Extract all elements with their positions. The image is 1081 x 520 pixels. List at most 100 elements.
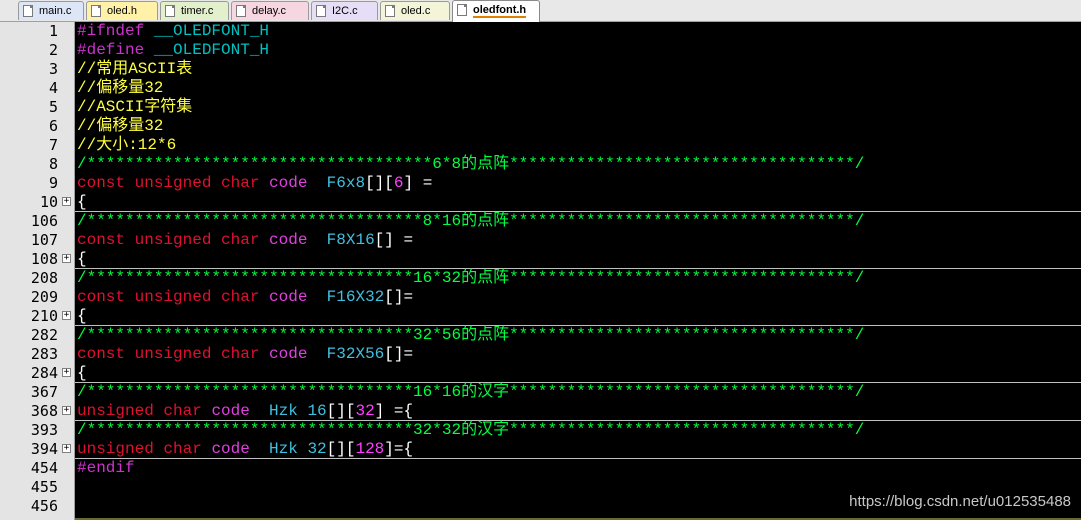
code-line[interactable]: 108 + { bbox=[0, 250, 1081, 269]
code-line[interactable]: 106 /***********************************8… bbox=[0, 212, 1081, 231]
code-token: char bbox=[221, 288, 270, 306]
file-icon bbox=[316, 5, 326, 17]
fold-expand-icon[interactable]: + bbox=[62, 254, 71, 263]
code-token: F32X56 bbox=[326, 345, 385, 363]
code-line[interactable]: 5 //ASCII字符集 bbox=[0, 98, 1081, 117]
code-line[interactable]: 282 /**********************************32… bbox=[0, 326, 1081, 345]
line-number: 8 bbox=[48, 155, 58, 173]
fold-expand-icon[interactable]: + bbox=[62, 311, 71, 320]
code-editor[interactable]: 1 #ifndef __OLEDFONT_H 2 #define __OLEDFONT… bbox=[0, 22, 1081, 520]
line-number: 1 bbox=[48, 22, 58, 40]
line-number: 283 bbox=[30, 345, 58, 363]
code-token: code bbox=[269, 345, 327, 363]
tab-I2C-c[interactable]: I2C.c bbox=[311, 1, 378, 20]
file-icon bbox=[457, 4, 467, 16]
line-text: /************************************6*8… bbox=[77, 155, 864, 174]
code-line[interactable]: 454 #endif bbox=[0, 459, 1081, 478]
line-text: { bbox=[77, 307, 87, 326]
code-line[interactable]: 393 /**********************************32… bbox=[0, 421, 1081, 440]
line-number: 5 bbox=[48, 98, 58, 116]
watermark-text: https://blog.csdn.net/u012535488 bbox=[849, 493, 1071, 510]
file-icon bbox=[23, 5, 33, 17]
code-token: #define bbox=[77, 41, 154, 59]
code-token: unsigned bbox=[134, 231, 222, 249]
code-token: __OLEDFONT_H bbox=[153, 41, 270, 59]
code-line[interactable]: 1 #ifndef __OLEDFONT_H bbox=[0, 22, 1081, 41]
code-line[interactable]: 368 + unsigned char code Hzk 16[][32] ={ bbox=[0, 402, 1081, 421]
line-text: #define __OLEDFONT_H bbox=[77, 41, 269, 60]
code-token: unsigned bbox=[134, 174, 222, 192]
code-token: /************************************6*8… bbox=[77, 155, 865, 173]
file-icon bbox=[236, 5, 246, 17]
line-text: //偏移量32 bbox=[77, 79, 163, 98]
code-token: code bbox=[211, 402, 270, 420]
code-token: char bbox=[163, 402, 212, 420]
line-text: /**********************************32*32… bbox=[77, 421, 864, 440]
line-number: 7 bbox=[48, 136, 58, 154]
tab-label: oled.c bbox=[401, 5, 431, 17]
code-line[interactable]: 2 #define __OLEDFONT_H bbox=[0, 41, 1081, 60]
line-text: //大小:12*6 bbox=[77, 136, 176, 155]
tab-main-c[interactable]: main.c bbox=[18, 1, 84, 20]
code-line[interactable]: 107 const unsigned char code F8X16[] = bbox=[0, 231, 1081, 250]
code-line[interactable]: 210 + { bbox=[0, 307, 1081, 326]
code-token: F8X16 bbox=[326, 231, 375, 249]
code-line[interactable]: 3 //常用ASCII表 bbox=[0, 60, 1081, 79]
code-token: const bbox=[77, 231, 135, 249]
file-icon bbox=[165, 5, 175, 17]
code-token: []= bbox=[384, 288, 414, 306]
line-text: const unsigned char code F8X16[] = bbox=[77, 231, 413, 250]
line-text: { bbox=[77, 250, 87, 269]
line-text: const unsigned char code F6x8[][6] = bbox=[77, 174, 432, 193]
code-line[interactable]: 4 //偏移量32 bbox=[0, 79, 1081, 98]
code-line[interactable]: 10 + { bbox=[0, 193, 1081, 212]
tab-timer-c[interactable]: timer.c bbox=[160, 1, 229, 20]
line-number: 4 bbox=[48, 79, 58, 97]
line-number: 10 bbox=[39, 193, 58, 211]
code-line[interactable]: 7 //大小:12*6 bbox=[0, 136, 1081, 155]
code-token: const bbox=[77, 288, 135, 306]
code-line[interactable]: 209 const unsigned char code F16X32[]= bbox=[0, 288, 1081, 307]
tab-delay-c[interactable]: delay.c bbox=[231, 1, 309, 20]
code-line[interactable]: 208 /**********************************16… bbox=[0, 269, 1081, 288]
line-number: 284 bbox=[30, 364, 58, 382]
tab-oled-h[interactable]: oled.h bbox=[86, 1, 158, 20]
code-token: /**********************************32*56… bbox=[77, 326, 865, 344]
code-token: [][ bbox=[326, 440, 356, 458]
code-token: code bbox=[211, 440, 270, 458]
fold-expand-icon[interactable]: + bbox=[62, 197, 71, 206]
code-token: [][ bbox=[365, 174, 394, 192]
fold-expand-icon[interactable]: + bbox=[62, 406, 71, 415]
code-line[interactable]: 284 + { bbox=[0, 364, 1081, 383]
tab-oledfont-h[interactable]: oledfont.h bbox=[452, 0, 540, 22]
code-line[interactable]: 367 /**********************************16… bbox=[0, 383, 1081, 402]
code-token: F16X32 bbox=[326, 288, 385, 306]
code-line[interactable]: 394 + unsigned char code Hzk 32[][128]={ bbox=[0, 440, 1081, 459]
tab-oled-c[interactable]: oled.c bbox=[380, 1, 450, 20]
line-text: const unsigned char code F32X56[]= bbox=[77, 345, 413, 364]
code-token: /**********************************16*32… bbox=[77, 269, 865, 287]
code-token: /***********************************8*16… bbox=[77, 212, 865, 230]
code-token: #ifndef bbox=[77, 22, 154, 40]
code-line[interactable]: 283 const unsigned char code F32X56[]= bbox=[0, 345, 1081, 364]
line-number: 394 bbox=[30, 440, 58, 458]
line-number: 106 bbox=[30, 212, 58, 230]
code-token: __OLEDFONT_H bbox=[153, 22, 270, 40]
fold-expand-icon[interactable]: + bbox=[62, 444, 71, 453]
code-line[interactable]: 8 /************************************6*… bbox=[0, 155, 1081, 174]
code-token: //偏移量32 bbox=[77, 117, 164, 135]
fold-expand-icon[interactable]: + bbox=[62, 368, 71, 377]
line-text: /**********************************16*32… bbox=[77, 269, 864, 288]
line-text: unsigned char code Hzk 32[][128]={ bbox=[77, 440, 413, 459]
code-token: [] = bbox=[374, 231, 414, 249]
code-token: const bbox=[77, 345, 135, 363]
line-text: //偏移量32 bbox=[77, 117, 163, 136]
code-line[interactable]: 6 //偏移量32 bbox=[0, 117, 1081, 136]
line-number: 367 bbox=[30, 383, 58, 401]
code-line[interactable]: 9 const unsigned char code F6x8[][6] = bbox=[0, 174, 1081, 193]
code-token: unsigned bbox=[77, 440, 164, 458]
code-token: code bbox=[269, 231, 327, 249]
line-text: { bbox=[77, 364, 87, 383]
code-token: //ASCII字符集 bbox=[77, 98, 193, 116]
line-number: 2 bbox=[48, 41, 58, 59]
